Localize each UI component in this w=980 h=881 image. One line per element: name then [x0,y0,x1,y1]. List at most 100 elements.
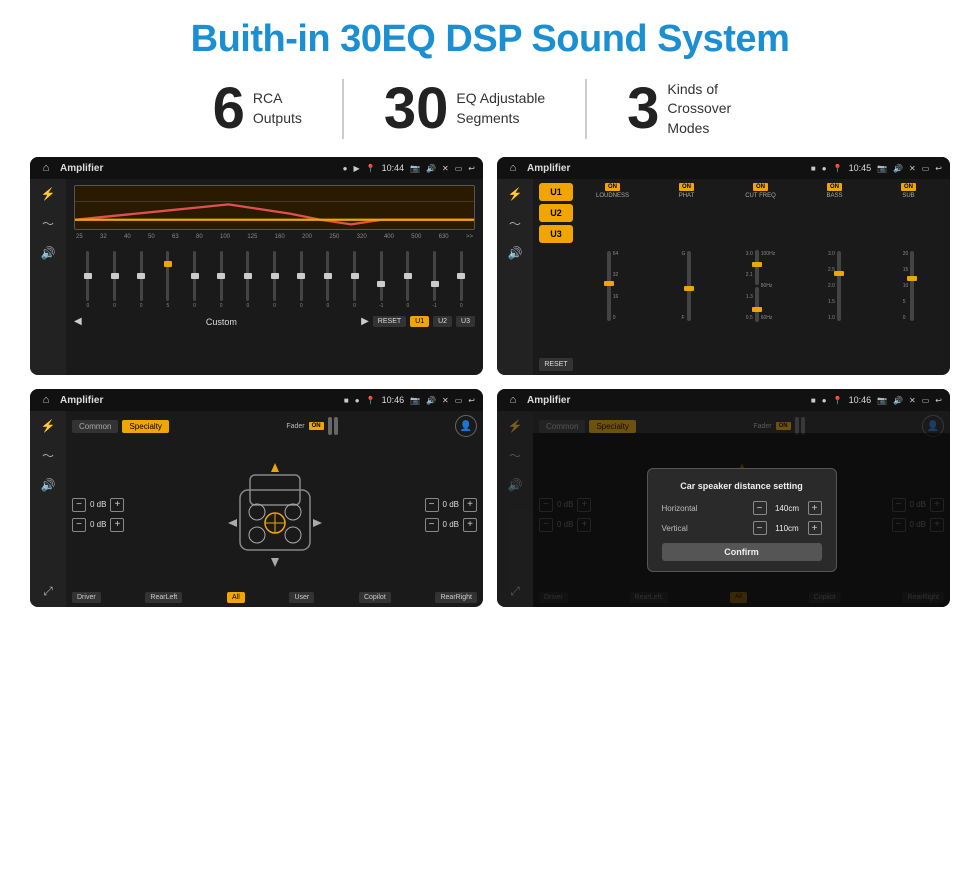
sub-slider[interactable]: 20151050 [873,201,944,371]
horizontal-minus-btn[interactable]: − [753,501,767,515]
crossover-reset-btn[interactable]: RESET [539,358,573,371]
vol-minus-1[interactable]: − [72,498,86,512]
crossover-filter-icon[interactable]: ⚡ [508,187,523,201]
eq-prev-btn[interactable]: ◀ [74,316,82,327]
u3-btn[interactable]: U3 [539,225,573,243]
back-icon[interactable]: ↩ [468,164,475,173]
crossover-vol-icon[interactable]: 🔊 [508,246,523,260]
slider-12[interactable]: -1 [369,251,393,309]
user-btn[interactable]: User [289,592,314,603]
slider-7[interactable]: 0 [236,251,260,309]
vol-plus-3[interactable]: + [463,498,477,512]
slider-5[interactable]: 0 [183,251,207,309]
rect-icon: ▭ [455,164,463,173]
driver-btn[interactable]: Driver [72,592,101,603]
horizontal-plus-btn[interactable]: + [808,501,822,515]
eq-content: ⚡ 〜 🔊 [30,179,483,375]
sq-icon: ■ [811,164,816,173]
eq-vol-icon[interactable]: 🔊 [41,246,56,260]
cutfreq-slider[interactable]: 3.02.11.30.5 100Hz80Hz60Hz [725,201,796,371]
home-icon-3[interactable]: ⌂ [38,392,54,408]
car-layout: − 0 dB + − 0 dB + [72,441,477,588]
slider-4[interactable]: 5 [156,251,180,309]
fader-on-btn[interactable]: ON [309,422,324,430]
slider-3[interactable]: 0 [129,251,153,309]
phat-label: PHAT [679,193,695,199]
cutfreq-on-btn[interactable]: ON [753,183,768,191]
u2-btn[interactable]: U2 [539,204,573,222]
eq-wave-icon[interactable]: 〜 [42,215,54,232]
crossover-screen: ⌂ Amplifier ■ ● 📍 10:45 📷 🔊 ✕ ▭ ↩ ⚡ 〜 🔊 [497,157,950,375]
x-icon-2: ✕ [909,164,916,173]
slider-10[interactable]: 0 [316,251,340,309]
x-icon: ✕ [442,164,449,173]
fader-slider-2[interactable] [334,417,338,435]
common-filter-icon[interactable]: ⚡ [41,419,56,433]
home-icon-2[interactable]: ⌂ [505,160,521,176]
vertical-minus-btn[interactable]: − [753,521,767,535]
eq-next-btn[interactable]: ▶ [361,316,369,327]
vol-minus-2[interactable]: − [72,518,86,532]
stat-desc-crossover: Kinds of Crossover Modes [667,80,767,139]
crossover-wave-icon[interactable]: 〜 [509,215,521,232]
vertical-label: Vertical [662,524,688,533]
slider-1[interactable]: 0 [76,251,100,309]
all-btn[interactable]: All [227,592,245,603]
back-icon-2[interactable]: ↩ [935,164,942,173]
eq-reset-btn[interactable]: RESET [373,316,406,327]
fader-label: Fader [286,423,304,430]
vol-minus-4[interactable]: − [425,518,439,532]
back-icon-3[interactable]: ↩ [468,396,475,405]
common-screen: ⌂ Amplifier ■ ● 📍 10:46 📷 🔊 ✕ ▭ ↩ ⚡ 〜 🔊 … [30,389,483,607]
stats-row: 6 RCA Outputs 30 EQ Adjustable Segments … [30,79,950,139]
horizontal-controls: − 140cm + [753,501,822,515]
eq-time: 10:44 [382,163,405,173]
back-icon-4[interactable]: ↩ [935,396,942,405]
slider-14[interactable]: -1 [423,251,447,309]
vol-icon-2: 🔊 [893,164,903,173]
eq-u2-btn[interactable]: U2 [433,316,452,327]
confirm-button[interactable]: Confirm [662,543,822,561]
horizontal-row: Horizontal − 140cm + [662,501,822,515]
cutfreq-label: CUT FREQ [745,193,776,199]
phat-slider[interactable]: G F [651,201,722,371]
sub-on-btn[interactable]: ON [901,183,916,191]
vol-plus-4[interactable]: + [463,518,477,532]
ch-loudness: ON LOUDNESS 64 32 16 0 [577,183,648,371]
phat-on-btn[interactable]: ON [679,183,694,191]
vol-plus-1[interactable]: + [110,498,124,512]
vol-plus-2[interactable]: + [110,518,124,532]
u1-btn[interactable]: U1 [539,183,573,201]
slider-11[interactable]: 0 [343,251,367,309]
camera-icon-2: 📷 [877,164,887,173]
common-wave-icon[interactable]: 〜 [42,447,54,464]
common-tab[interactable]: Common [72,420,118,433]
vol-icon: 🔊 [426,164,436,173]
dot-icon-3: ● [355,396,360,405]
eq-u1-btn[interactable]: U1 [410,316,429,327]
common-vol-icon[interactable]: 🔊 [41,478,56,492]
loudness-on-btn[interactable]: ON [605,183,620,191]
eq-filter-icon[interactable]: ⚡ [41,187,56,201]
eq-u3-btn[interactable]: U3 [456,316,475,327]
loudness-slider[interactable]: 64 32 16 0 [577,201,648,371]
vertical-plus-btn[interactable]: + [808,521,822,535]
slider-9[interactable]: 0 [289,251,313,309]
fader-slider-1[interactable] [328,417,332,435]
rearleft-btn[interactable]: RearLeft [145,592,182,603]
vol-minus-3[interactable]: − [425,498,439,512]
home-icon-4[interactable]: ⌂ [505,392,521,408]
rearright-btn[interactable]: RearRight [435,592,477,603]
slider-13[interactable]: 0 [396,251,420,309]
bass-on-btn[interactable]: ON [827,183,842,191]
home-icon[interactable]: ⌂ [38,160,54,176]
specialty-tab[interactable]: Specialty [122,420,168,433]
copilot-btn[interactable]: Copilot [359,592,391,603]
slider-6[interactable]: 0 [209,251,233,309]
slider-15[interactable]: 0 [449,251,473,309]
common-expand-icon[interactable]: ⤢ [43,584,53,599]
bass-slider[interactable]: 3.02.52.01.51.0 [799,201,870,371]
sq-icon-2: ■ [344,396,349,405]
slider-8[interactable]: 0 [263,251,287,309]
slider-2[interactable]: 0 [103,251,127,309]
